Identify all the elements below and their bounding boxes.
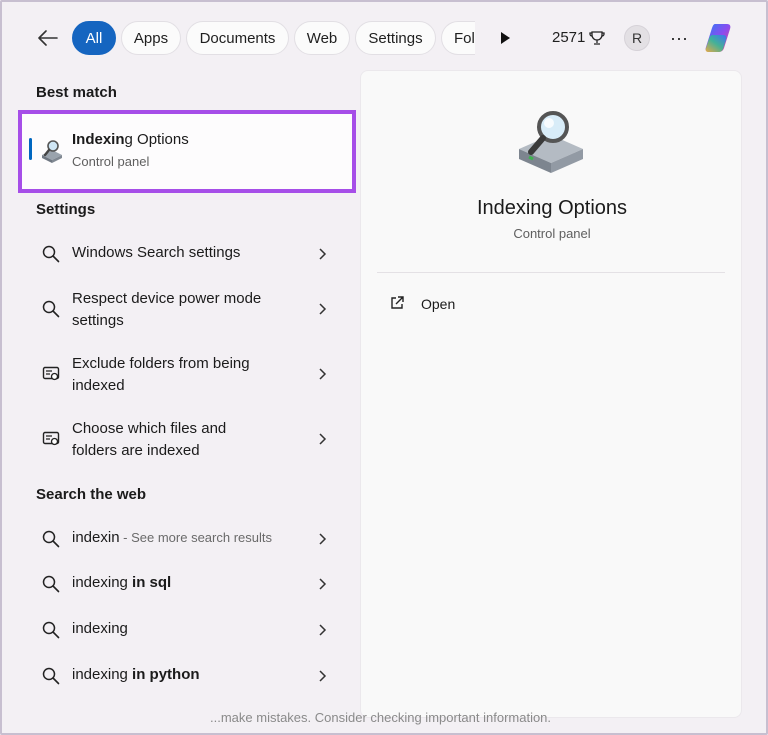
preview-title: Indexing Options [476,197,628,219]
arrow-left-icon [38,30,58,46]
indexing-options-icon [519,111,583,173]
best-match-title: Indexing Options [72,131,189,148]
web-result-item[interactable]: indexin - See more search results [36,517,336,561]
chevron-right-icon [319,670,327,682]
settings-item-label: Exclude folders from being indexed [72,355,250,394]
chevron-right-icon [319,533,327,545]
settings-item-exclude-folders[interactable]: Exclude folders from being indexed [36,350,336,400]
web-result-label: indexing in sql [72,574,172,591]
selection-indicator [29,138,32,160]
search-icon [42,575,60,593]
settings-panel-icon [42,366,60,381]
web-result-label: indexing in python [72,666,200,683]
back-button[interactable] [32,22,64,54]
search-icon [42,300,60,318]
web-result-label: indexin - See more search results [72,529,272,546]
chevron-right-icon [319,433,327,445]
settings-item-label: Choose which files and folders are indexe… [72,420,227,459]
filter-all[interactable]: All [72,21,116,55]
points-value: 2571 [552,29,586,46]
settings-panel-icon [42,431,60,446]
chevron-right-icon [319,303,327,315]
more-options-button[interactable]: ··· [666,25,692,51]
web-result-item[interactable]: indexing [36,608,336,652]
open-external-icon [391,296,404,309]
settings-heading: Settings [36,201,96,218]
filter-apps[interactable]: Apps [121,21,181,55]
open-action-label: Open [421,296,456,312]
search-web-heading: Search the web [36,486,147,503]
filter-web[interactable]: Web [294,21,350,55]
divider [377,272,725,273]
settings-item-choose-files[interactable]: Choose which files and folders are indexe… [36,415,336,465]
chevron-right-icon [319,578,327,590]
settings-item-windows-search[interactable]: Windows Search settings [36,232,336,276]
open-action[interactable]: Open [387,293,507,319]
chevron-right-icon [319,624,327,636]
filter-folders[interactable]: Fold [441,21,475,55]
indexing-options-icon [42,140,62,163]
best-match-heading: Best match [36,84,117,101]
search-icon [42,621,60,639]
web-result-label: indexing [72,620,128,637]
footer-hint: ...make mistakes. Consider checking impo… [210,710,552,725]
chevron-right-icon [319,368,327,380]
avatar[interactable]: R [624,25,650,51]
preview-panel: Indexing Options Control panel Open [360,70,742,718]
chevron-right-icon [319,248,327,260]
web-result-item[interactable]: indexing in python [36,654,336,698]
preview-subtitle: Control panel [513,226,591,241]
search-icon [42,245,60,263]
settings-item-label: Windows Search settings [72,244,241,261]
best-match-result[interactable]: Indexing Options Control panel [18,110,356,193]
play-icon[interactable] [494,27,516,49]
best-match-subtitle: Control panel [72,154,150,169]
settings-item-power-mode[interactable]: Respect device power mode settings [36,285,336,335]
rewards-points[interactable]: 2571 [552,29,606,46]
filter-documents[interactable]: Documents [186,21,289,55]
filter-settings[interactable]: Settings [355,21,436,55]
settings-item-label: Respect device power mode settings [72,290,262,329]
search-filter-bar: All Apps Documents Web Settings Fold 257… [0,14,768,60]
copilot-icon[interactable] [703,21,739,55]
trophy-icon [589,30,606,45]
search-icon [42,530,60,548]
search-icon [42,667,60,685]
web-result-item[interactable]: indexing in sql [36,562,336,606]
